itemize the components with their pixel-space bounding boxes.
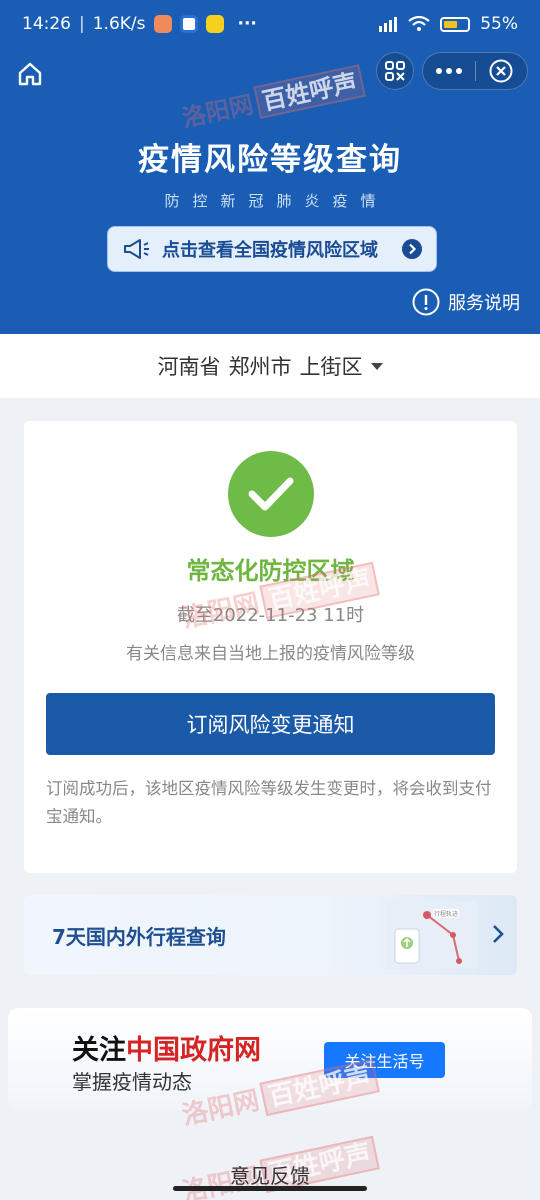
region-city: 郑州市: [228, 355, 292, 379]
close-mini-program-button[interactable]: [476, 53, 527, 89]
region-province: 河南省: [157, 355, 221, 379]
risk-status-label: 常态化防控区域: [186, 557, 355, 585]
chevron-right-icon: [493, 925, 504, 943]
home-icon: [18, 62, 42, 86]
status-bar: 14:26 | 1.6K/s ··· 55%: [0, 0, 540, 48]
feedback-link[interactable]: 意见反馈: [0, 1160, 540, 1189]
status-divider: |: [79, 14, 85, 34]
more-dots-icon: [436, 68, 462, 74]
status-more-notifications: ···: [237, 14, 257, 34]
header-banner: 14:26 | 1.6K/s ··· 55% 疫情风险等级查询 防控新冠肺炎疫情: [0, 0, 540, 334]
battery-icon: [440, 16, 471, 32]
wifi-icon: [408, 16, 430, 31]
subscribe-risk-change-button[interactable]: 订阅风险变更通知: [46, 693, 495, 755]
trip-map-tag: 行程轨迹: [434, 910, 458, 918]
page-subtitle: 防控新冠肺炎疫情: [164, 192, 389, 210]
follow-gov-headline: 关注中国政府网: [72, 1035, 261, 1066]
risk-result-card: 常态化防控区域 截至2022-11-23 11时 有关信息来自当地上报的疫情风险…: [24, 421, 517, 873]
page-title: 疫情风险等级查询: [138, 142, 402, 178]
risk-as-of-time: 截至2022-11-23 11时: [176, 605, 365, 626]
close-circle-icon: [489, 59, 513, 83]
notification-app-icon-3: [205, 15, 224, 33]
mini-program-capsule: [422, 52, 528, 90]
info-icon: [412, 288, 440, 316]
caret-down-icon: [370, 362, 383, 370]
trip-query-card[interactable]: 7天国内外行程查询 行程轨迹: [24, 895, 517, 975]
follow-gov-subline: 掌握疫情动态: [72, 1070, 192, 1094]
follow-gov-card: 关注中国政府网 掌握疫情动态 关注生活号: [8, 1008, 532, 1110]
more-menu-button[interactable]: [423, 53, 475, 89]
scan-button[interactable]: [376, 52, 414, 90]
follow-life-account-button[interactable]: 关注生活号: [324, 1042, 445, 1078]
service-note-label: 服务说明: [448, 293, 520, 314]
battery-level: 55%: [480, 14, 518, 34]
service-note-link[interactable]: 服务说明: [412, 288, 520, 316]
subscribe-note: 订阅成功后，该地区疫情风险等级发生变更时，将会收到支付宝通知。: [46, 779, 492, 826]
national-risk-areas-button[interactable]: 点击查看全国疫情风险区域: [107, 226, 437, 272]
scan-icon: [385, 61, 405, 81]
signal-icon: [379, 17, 398, 32]
risk-source-note: 有关信息来自当地上报的疫情风险等级: [126, 644, 415, 664]
trip-query-label: 7天国内外行程查询: [52, 924, 226, 949]
status-network-speed: 1.6K/s: [92, 14, 146, 34]
region-selector[interactable]: 河南省 郑州市 上街区: [0, 334, 540, 398]
national-risk-areas-label: 点击查看全国疫情风险区域: [162, 240, 378, 261]
notification-app-icon-1: [153, 15, 172, 33]
trip-map-illustration: 行程轨迹: [387, 901, 477, 969]
arrow-right-circle-icon: [402, 239, 422, 259]
home-indicator[interactable]: [173, 1186, 367, 1191]
megaphone-icon: [124, 239, 149, 259]
status-time: 14:26: [22, 14, 71, 34]
notification-app-icon-2: [179, 15, 198, 33]
region-district: 上街区: [299, 355, 363, 379]
check-circle-icon: [228, 451, 314, 537]
home-button[interactable]: [14, 58, 46, 90]
